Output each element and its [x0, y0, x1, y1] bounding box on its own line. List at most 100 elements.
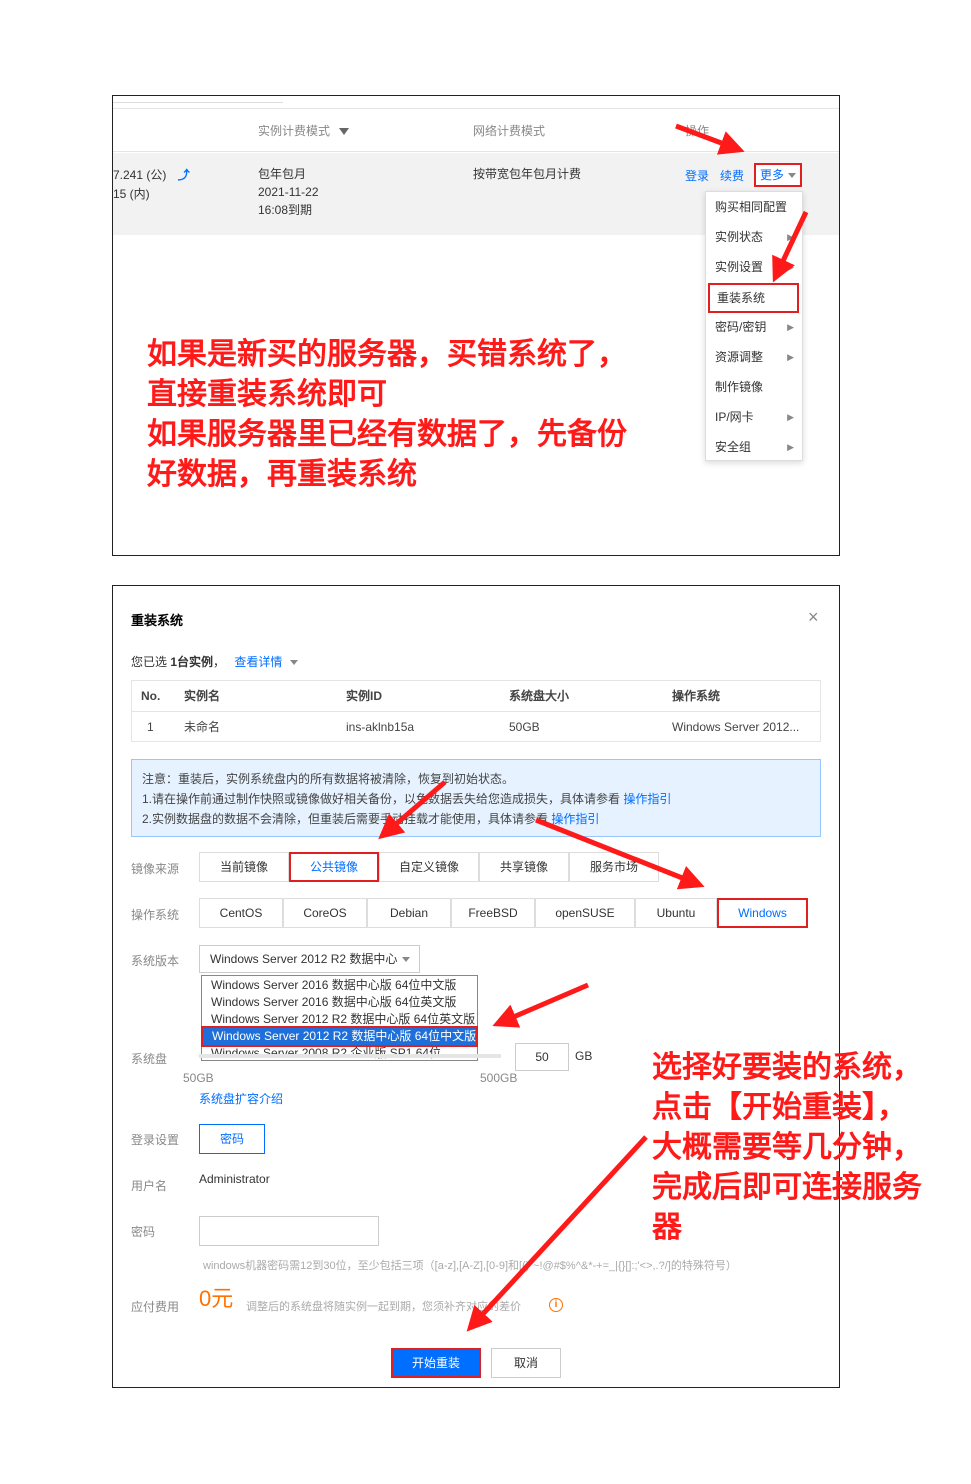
selected-prefix: 您已选: [131, 655, 171, 669]
os-windows[interactable]: Windows: [717, 898, 808, 928]
chevron-right-icon: ▶: [787, 322, 794, 332]
password-label: 密码: [131, 1225, 156, 1239]
billing-mode: 包年包月: [258, 167, 307, 181]
fee-note: 调整后的系统盘将随实例一起到期，您须补齐对应的差价: [246, 1301, 521, 1313]
divider: [113, 102, 283, 103]
chevron-right-icon: ▶: [787, 412, 794, 422]
os-label: 操作系统: [131, 908, 180, 922]
guide-link[interactable]: 操作指引: [623, 792, 671, 806]
version-option[interactable]: Windows Server 2016 数据中心版 64位英文版: [202, 994, 477, 1011]
renew-link[interactable]: 续费: [720, 167, 744, 185]
header-actions: 操作: [685, 124, 710, 138]
col-id: 实例ID: [346, 689, 383, 703]
menu-item-instance-state[interactable]: 实例状态 ▶: [706, 222, 802, 252]
cell-id: ins-aklnb15a: [346, 720, 415, 734]
menu-item-reinstall[interactable]: 重装系统: [708, 283, 799, 313]
filter-icon[interactable]: [339, 128, 350, 136]
chevron-down-icon: [788, 173, 796, 178]
selected-count: 1台实例: [170, 655, 214, 669]
cell-os: Windows Server 2012...: [672, 720, 800, 734]
os-centos[interactable]: CentOS: [199, 898, 283, 928]
disk-unit: GB: [575, 1049, 593, 1063]
header-network-billing: 网络计费模式: [473, 124, 546, 138]
image-source-label: 镜像来源: [131, 862, 180, 876]
col-disk: 系统盘大小: [509, 689, 570, 703]
col-no: No.: [141, 689, 161, 703]
ip-private: 15 (内): [113, 187, 150, 201]
chevron-right-icon: ▶: [787, 352, 794, 362]
more-label: 更多: [760, 168, 785, 182]
more-menu: 购买相同配置 实例状态 ▶ 实例设置 ▶ 重装系统 密码/密钥 ▶ 资源调整 ▶ 制作镜…: [705, 191, 803, 461]
selected-suffix: ，: [213, 655, 226, 669]
version-select[interactable]: Windows Server 2012 R2 数据中心: [199, 945, 420, 973]
cancel-button[interactable]: 取消: [491, 1348, 561, 1378]
os-ubuntu[interactable]: Ubuntu: [635, 898, 717, 928]
chevron-down-icon: [402, 957, 410, 962]
header-billing-mode: 实例计费模式: [258, 122, 350, 139]
instance-list-panel: 实例计费模式 网络计费模式 操作 7.241 (公) ⤴ 15 (内) 包年包月…: [112, 95, 840, 556]
disk-min: 50GB: [183, 1071, 214, 1085]
menu-item-security-group[interactable]: 安全组 ▶: [706, 432, 802, 462]
disk-slider[interactable]: [199, 1054, 501, 1058]
os-coreos[interactable]: CoreOS: [283, 898, 367, 928]
disk-label: 系统盘: [131, 1052, 168, 1066]
username-value: Administrator: [199, 1172, 270, 1186]
version-selected-value: Windows Server 2012 R2 数据中心: [210, 952, 398, 966]
col-os: 操作系统: [672, 689, 721, 703]
tab-public-image[interactable]: 公共镜像: [289, 852, 379, 882]
fee-value: 0元: [199, 1286, 234, 1311]
annotation-line: 如果是新买的服务器，买错系统了，: [147, 337, 627, 372]
guide-link[interactable]: 操作指引: [551, 812, 599, 826]
menu-item-create-image[interactable]: 制作镜像: [706, 372, 802, 402]
annotation-line: 选择好要装的系统，: [652, 1050, 922, 1085]
password-mode-button[interactable]: 密码: [199, 1124, 265, 1154]
start-reinstall-button[interactable]: 开始重装: [391, 1348, 481, 1378]
chevron-right-icon: ▶: [787, 442, 794, 452]
notice-line: 1.请在操作前通过制作快照或镜像做好相关备份，以免数据丢失给您造成损失，具体请参…: [142, 792, 672, 806]
expire-date: 2021-11-22: [258, 185, 319, 199]
menu-item-resource-adjust[interactable]: 资源调整 ▶: [706, 342, 802, 372]
fee-label: 应付费用: [131, 1300, 180, 1314]
ip-public: 7.241 (公) ⤴: [113, 168, 190, 182]
annotation-line: 器: [652, 1210, 682, 1245]
notice-line: 2.实例数据盘的数据不会清除，但重装后需要手动挂载才能使用，具体请参看 操作指引: [142, 812, 600, 826]
disk-expand-link[interactable]: 系统盘扩容介绍: [199, 1090, 283, 1107]
disk-size-input[interactable]: 50: [515, 1043, 569, 1071]
instance-table: No. 实例名 实例ID 系统盘大小 操作系统 1 未命名 ins-aklnb1…: [131, 680, 821, 742]
annotation-line: 点击【开始重装】，: [652, 1090, 907, 1125]
cell-disk: 50GB: [509, 720, 540, 734]
cell-name: 未命名: [184, 720, 221, 734]
chevron-down-icon[interactable]: [289, 660, 298, 666]
tab-custom-image[interactable]: 自定义镜像: [379, 852, 479, 882]
menu-item-instance-settings[interactable]: 实例设置 ▶: [706, 252, 802, 282]
copy-icon[interactable]: ⤴: [178, 168, 190, 182]
col-name: 实例名: [184, 689, 221, 703]
chevron-right-icon: ▶: [787, 232, 794, 242]
tab-current-image[interactable]: 当前镜像: [199, 852, 289, 882]
dialog-title: 重装系统: [131, 613, 184, 628]
password-input[interactable]: [199, 1216, 379, 1246]
tab-marketplace[interactable]: 服务市场: [569, 852, 659, 882]
view-details-link[interactable]: 查看详情: [234, 655, 282, 669]
login-link[interactable]: 登录: [685, 167, 709, 185]
annotation-line: 大概需要等几分钟，: [652, 1130, 922, 1165]
username-label: 用户名: [131, 1179, 168, 1193]
cell-no: 1: [147, 720, 154, 734]
tab-shared-image[interactable]: 共享镜像: [479, 852, 569, 882]
os-opensuse[interactable]: openSUSE: [535, 898, 635, 928]
version-option[interactable]: Windows Server 2016 数据中心版 64位中文版: [202, 977, 477, 994]
version-label: 系统版本: [131, 954, 180, 968]
menu-item-ip-nic[interactable]: IP/网卡 ▶: [706, 402, 802, 432]
warning-notice: 注意：重装后，实例系统盘内的所有数据将被清除，恢复到初始状态。 1.请在操作前通…: [131, 759, 821, 837]
info-icon[interactable]: i: [549, 1298, 563, 1312]
close-icon[interactable]: ×: [808, 608, 819, 626]
annotation-line: 直接重装系统即可: [147, 377, 387, 412]
os-debian[interactable]: Debian: [367, 898, 451, 928]
password-hint: windows机器密码需12到30位，至少包括三项（[a-z],[A-Z],[0…: [203, 1260, 737, 1272]
os-freebsd[interactable]: FreeBSD: [451, 898, 535, 928]
menu-item-password-key[interactable]: 密码/密钥 ▶: [706, 312, 802, 342]
version-option-selected[interactable]: Windows Server 2012 R2 数据中心版 64位中文版: [201, 1026, 478, 1047]
menu-item-buy-same[interactable]: 购买相同配置: [706, 192, 802, 222]
more-button[interactable]: 更多: [754, 163, 802, 187]
version-option[interactable]: Windows Server 2012 R2 数据中心版 64位英文版: [202, 1011, 477, 1028]
